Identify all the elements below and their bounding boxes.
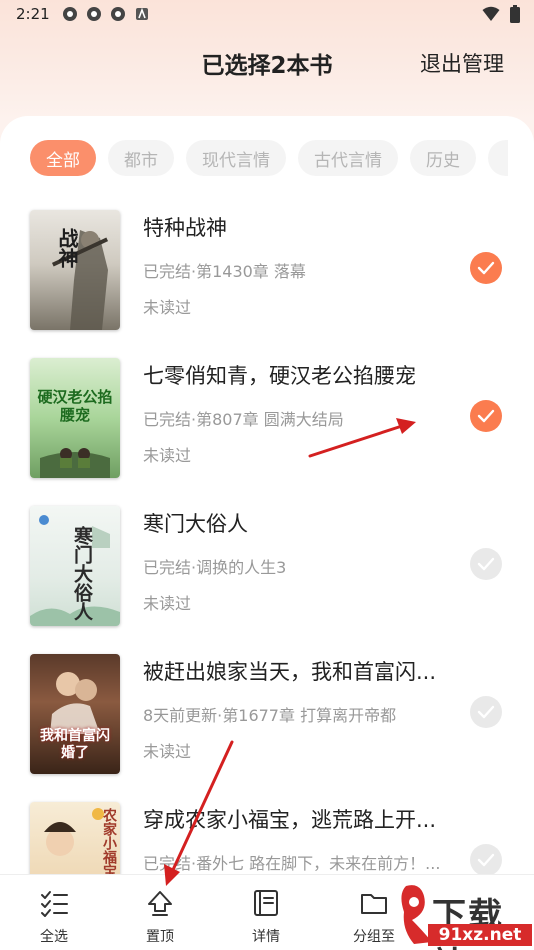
exit-management-button[interactable]: 退出管理	[420, 48, 504, 78]
details-label: 详情	[252, 929, 280, 945]
book-cover: 硬汉老公掐腰宠	[30, 358, 120, 478]
watermark-url: 91xz.net	[428, 924, 532, 946]
status-time: 2:21	[16, 5, 50, 23]
check-icon	[477, 409, 495, 423]
check-icon	[477, 853, 495, 867]
selected-checkbox[interactable]	[470, 400, 502, 432]
header: 已选择2本书 退出管理	[0, 40, 534, 84]
book-status: 8天前更新·第1677章 打算离开帝都	[143, 706, 397, 725]
book-read-state: 未读过	[143, 446, 192, 465]
tab-urban[interactable]: 都市	[108, 140, 174, 176]
book-read-state: 未读过	[143, 742, 192, 761]
book-title: 特种战神	[143, 216, 227, 240]
cover-title: 寒门大俗人	[71, 526, 93, 621]
list-item[interactable]: 硬汉老公掐腰宠 七零俏知青，硬汉老公掐腰宠 已完结·第807章 圆满大结局 未读…	[0, 354, 534, 484]
pin-top-button[interactable]: 置顶	[120, 887, 200, 947]
details-button[interactable]: 详情	[226, 887, 306, 947]
book-title: 被赶出娘家当天，我和首富闪...	[143, 660, 437, 684]
list-item[interactable]: 战神 特种战神 已完结·第1430章 落幕 未读过	[0, 206, 534, 336]
cover-title: 硬汉老公掐腰宠	[37, 388, 113, 424]
tab-all[interactable]: 全部	[30, 140, 96, 176]
details-icon	[250, 887, 282, 919]
check-icon	[477, 705, 495, 719]
tab-more[interactable]	[488, 140, 508, 176]
tab-modern-romance[interactable]: 现代言情	[186, 140, 286, 176]
wifi-icon	[482, 6, 500, 26]
book-read-state: 未读过	[143, 594, 192, 613]
book-title: 穿成农家小福宝，逃荒路上开...	[143, 808, 437, 832]
tab-ancient-romance[interactable]: 古代言情	[298, 140, 398, 176]
bookshelf-panel: 全部 都市 现代言情 古代言情 历史 战神 特种战神 已完结·第1430章 落幕…	[0, 116, 534, 950]
book-title: 寒门大俗人	[143, 512, 248, 536]
select-all-label: 全选	[40, 929, 68, 945]
status-system-icons	[482, 5, 520, 27]
unselected-checkbox[interactable]	[470, 844, 502, 876]
pin-top-icon	[144, 887, 176, 919]
app-notification-icon	[62, 6, 78, 22]
status-bar: 2:21	[0, 0, 534, 28]
tab-history[interactable]: 历史	[410, 140, 476, 176]
book-read-state: 未读过	[143, 298, 192, 317]
app-notification-icon	[86, 6, 102, 22]
cover-title: 农家小福宝	[101, 808, 117, 878]
list-item[interactable]: 我和首富闪婚了 被赶出娘家当天，我和首富闪... 8天前更新·第1677章 打算…	[0, 650, 534, 780]
cover-title: 我和首富闪婚了	[40, 728, 110, 761]
book-cover: 战神	[30, 210, 120, 330]
selected-checkbox[interactable]	[470, 252, 502, 284]
app-notification-icon	[110, 6, 126, 22]
battery-icon	[510, 5, 520, 27]
unselected-checkbox[interactable]	[470, 696, 502, 728]
category-tabs: 全部 都市 现代言情 古代言情 历史	[30, 140, 508, 176]
app-notification-icon	[134, 6, 150, 22]
check-icon	[477, 557, 495, 571]
book-status: 已完结·第1430章 落幕	[143, 262, 306, 281]
book-cover: 寒门大俗人	[30, 506, 120, 626]
book-title: 七零俏知青，硬汉老公掐腰宠	[143, 364, 416, 388]
select-all-icon	[38, 887, 70, 919]
book-status: 已完结·调换的人生3	[143, 558, 287, 577]
folder-icon	[358, 887, 390, 919]
check-icon	[477, 261, 495, 275]
book-status: 已完结·番外七 路在脚下，未来在前方！...	[143, 854, 441, 873]
select-all-button[interactable]: 全选	[14, 887, 94, 947]
list-item[interactable]: 寒门大俗人 寒门大俗人 已完结·调换的人生3 未读过	[0, 502, 534, 632]
book-cover: 农家小福宝	[30, 802, 120, 878]
unselected-checkbox[interactable]	[470, 548, 502, 580]
pin-top-label: 置顶	[146, 929, 174, 945]
move-to-group-label: 分组至	[353, 929, 395, 945]
book-status: 已完结·第807章 圆满大结局	[143, 410, 344, 429]
book-cover: 我和首富闪婚了	[30, 654, 120, 774]
status-notification-icons	[62, 6, 150, 22]
cover-title: 战神	[55, 228, 79, 268]
